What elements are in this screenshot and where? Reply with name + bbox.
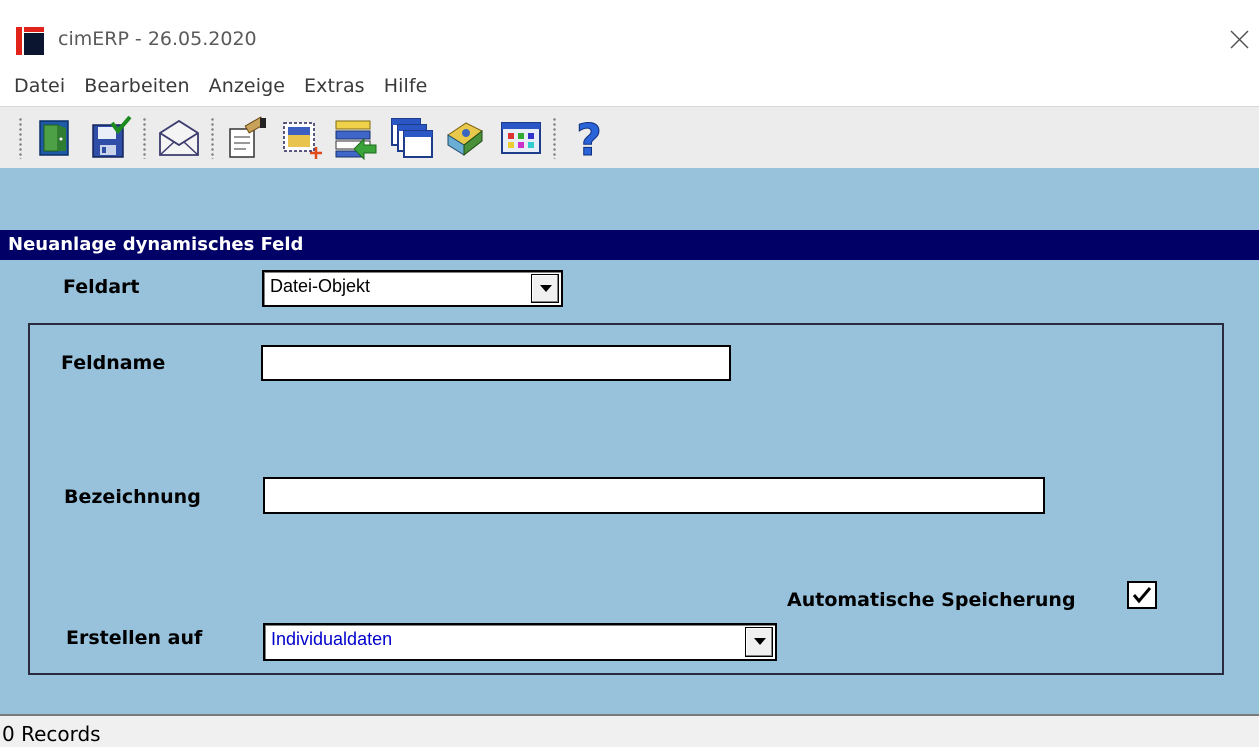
- app-logo-icon: [16, 27, 44, 55]
- menu-datei[interactable]: Datei: [14, 75, 65, 97]
- bezeichnung-label: Bezeichnung: [64, 486, 201, 508]
- save-floppy-icon[interactable]: [88, 115, 134, 161]
- checkmark-icon: [1132, 587, 1152, 604]
- toolbar-grip: [18, 117, 23, 159]
- list-import-icon[interactable]: [332, 115, 378, 161]
- grid-table-icon[interactable]: [498, 115, 544, 161]
- feldname-input[interactable]: [261, 345, 731, 381]
- menu-hilfe[interactable]: Hilfe: [384, 75, 428, 97]
- auto-save-label: Automatische Speicherung: [787, 589, 1076, 611]
- auto-save-checkbox[interactable]: [1127, 581, 1157, 609]
- close-icon[interactable]: [1226, 26, 1252, 52]
- form-header: Neuanlage dynamisches Feld: [0, 230, 1259, 260]
- book-icon[interactable]: [442, 115, 488, 161]
- toolbar-separator: [142, 117, 147, 159]
- window-title: cimERP - 26.05.2020: [58, 28, 257, 50]
- feldart-label: Feldart: [63, 276, 140, 298]
- menu-extras[interactable]: Extras: [304, 75, 365, 97]
- feldart-select[interactable]: Datei-Objekt: [262, 270, 563, 307]
- mail-envelope-icon[interactable]: [156, 115, 202, 161]
- help-question-icon[interactable]: ?: [566, 115, 612, 167]
- record-count: 0 Records: [2, 722, 101, 746]
- menu-bar: Datei Bearbeiten Anzeige Extras Hilfe: [0, 66, 1259, 106]
- chevron-down-icon[interactable]: [745, 627, 773, 657]
- erstellen-select[interactable]: Individualdaten: [263, 623, 777, 661]
- exit-door-icon[interactable]: [32, 115, 78, 161]
- edit-document-icon[interactable]: [224, 115, 270, 161]
- erstellen-value: Individualdaten: [271, 629, 393, 649]
- menu-bearbeiten[interactable]: Bearbeiten: [84, 75, 189, 97]
- toolbar-separator: [210, 117, 215, 159]
- form-area: Neuanlage dynamisches Feld Feldart Datei…: [0, 168, 1259, 714]
- status-bar: 0 Records: [0, 714, 1259, 747]
- toolbar: ?: [0, 106, 1259, 168]
- new-selection-icon[interactable]: [278, 115, 324, 161]
- erstellen-label: Erstellen auf: [66, 627, 203, 649]
- chevron-down-icon[interactable]: [531, 274, 559, 303]
- feldart-value: Datei-Objekt: [270, 276, 371, 296]
- feldname-label: Feldname: [61, 352, 166, 374]
- windows-cascade-icon[interactable]: [388, 115, 434, 161]
- menu-anzeige[interactable]: Anzeige: [209, 75, 285, 97]
- toolbar-separator: [552, 117, 557, 159]
- svg-text:?: ?: [576, 115, 602, 161]
- bezeichnung-input[interactable]: [263, 477, 1045, 514]
